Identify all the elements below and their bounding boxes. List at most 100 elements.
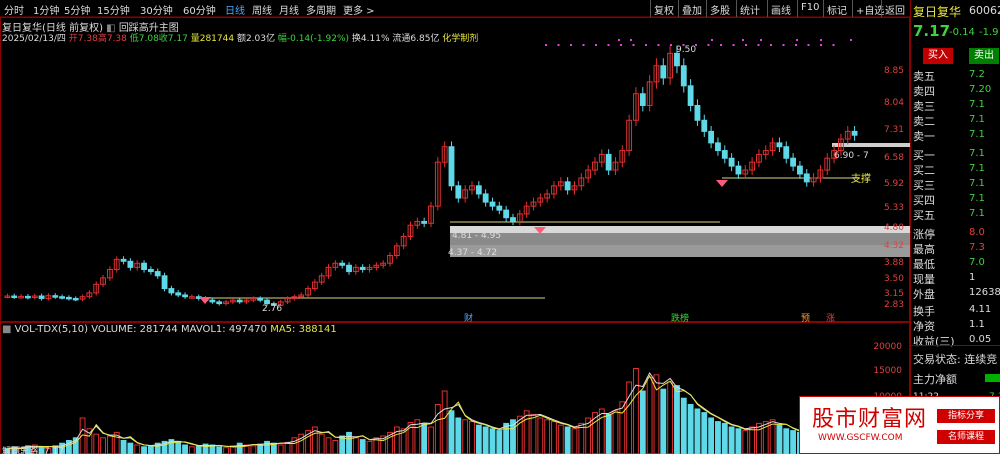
volume-bar	[216, 446, 223, 454]
candle-body	[851, 130, 858, 136]
signal-dot	[670, 44, 672, 46]
volume-bar	[551, 421, 557, 454]
period-intraday[interactable]: 分时	[4, 2, 24, 17]
draw-button[interactable]: 画线	[767, 0, 794, 17]
signal-dot	[796, 39, 798, 41]
candle-body	[11, 295, 18, 299]
candle-body	[735, 165, 742, 175]
candle-body	[701, 119, 708, 132]
volume-bar	[564, 426, 571, 454]
candle-body	[783, 146, 790, 159]
price-axis-label: 4.80	[883, 223, 904, 233]
candle-body	[510, 217, 516, 222]
bid-value: 7.1	[969, 193, 985, 204]
main-flow-bar	[985, 374, 1000, 382]
buy-button[interactable]: 买入	[923, 48, 953, 64]
watermark-logo: 股市财富网 WWW.GSCFW.COM 指标分享 名师课程	[799, 396, 1000, 454]
price-axis-label: 8.85	[883, 66, 904, 76]
volume-bar	[728, 426, 735, 454]
period-15min[interactable]: 15分钟	[97, 2, 130, 17]
volume-bar	[175, 440, 182, 454]
stat2-label: 换手	[913, 305, 935, 318]
candle-body	[161, 275, 168, 290]
volume-bar	[701, 412, 708, 454]
volume-bar	[598, 408, 605, 454]
signal-marker-icon	[716, 180, 728, 187]
candle-body	[721, 150, 728, 159]
support-label: 支撑	[851, 174, 871, 185]
volume-bar	[735, 428, 742, 454]
mark-button[interactable]: 标记	[823, 0, 850, 17]
volume-bar	[680, 397, 687, 454]
volume-bar	[127, 442, 134, 454]
stat-value: 12638	[969, 287, 1000, 298]
volume-bar	[100, 437, 106, 454]
period-multi[interactable]: 多周期	[306, 2, 336, 17]
stat2-value: 0.05	[969, 334, 992, 345]
zone-label-upper: 4.81 - 4.95	[452, 231, 502, 241]
period-weekly[interactable]: 周线	[252, 2, 272, 17]
volume-bar	[441, 390, 448, 454]
volume-bar	[715, 421, 721, 454]
watermark-url: WWW.GSCFW.COM	[818, 433, 903, 443]
period-5min[interactable]: 5分钟	[64, 2, 90, 17]
candle-body	[339, 262, 346, 266]
volume-bars[interactable]	[0, 336, 910, 454]
period-30min[interactable]: 30分钟	[140, 2, 173, 17]
volume-bar	[790, 430, 797, 454]
period-daily[interactable]: 日线	[225, 2, 245, 17]
sidebar-stock-name: 复日复华	[913, 5, 962, 19]
period-60min[interactable]: 60分钟	[183, 2, 216, 17]
volume-bar	[318, 433, 325, 454]
candle-body	[489, 201, 496, 207]
overlay-button[interactable]: 叠加	[678, 0, 705, 17]
volume-bar	[708, 417, 715, 454]
multi-stock-button[interactable]: 多股	[706, 0, 733, 17]
bid-label: 买一	[913, 149, 935, 162]
candle-body	[175, 292, 182, 296]
volume-bar	[646, 377, 653, 454]
candlestick-chart[interactable]	[0, 17, 910, 322]
candle-body	[674, 52, 680, 67]
stats-button[interactable]: 统计	[736, 0, 763, 17]
candle-body	[236, 299, 243, 303]
signal-dot	[707, 44, 710, 46]
volume-bar	[523, 410, 530, 454]
zone-label-lower: 4.37 - 4.72	[448, 248, 498, 258]
candle-body	[59, 296, 65, 299]
period-1min[interactable]: 1分钟	[33, 2, 59, 17]
candle-body	[346, 264, 352, 273]
candle-body	[660, 65, 667, 79]
trading-window: 分时 1分钟 5分钟 15分钟 30分钟 60分钟 日线 周线 月线 多周期 更…	[0, 0, 1000, 454]
signal-dot	[632, 44, 635, 46]
period-more[interactable]: 更多 >	[343, 2, 375, 17]
volume-bar	[93, 433, 100, 454]
volume-bar	[667, 381, 674, 454]
stat-label: 涨停	[913, 228, 935, 241]
f10-button[interactable]: F10	[797, 0, 822, 17]
signal-dot	[757, 44, 760, 46]
candle-body	[141, 262, 147, 270]
stat-label: 现量	[913, 273, 935, 286]
volume-bar	[462, 419, 469, 454]
signal-dot	[820, 39, 822, 41]
sell-button[interactable]: 卖出	[969, 48, 999, 64]
candle-body	[38, 295, 45, 299]
stat2-label: 净资	[913, 320, 935, 333]
candle-body	[455, 185, 462, 199]
volume-bar	[455, 417, 462, 454]
stat-label: 最高	[913, 243, 935, 256]
sidebar-price: 7.17	[913, 22, 951, 40]
candle-body	[209, 299, 216, 303]
watermark-tag-courses: 名师课程	[937, 430, 995, 444]
signal-dot	[570, 44, 572, 46]
signal-dot	[620, 44, 622, 46]
adjust-button[interactable]: 复权	[650, 0, 677, 17]
ask-value: 7.1	[969, 129, 985, 140]
candle-body	[257, 297, 264, 301]
back-button[interactable]: 返回	[881, 0, 910, 17]
bid-value: 7.1	[969, 163, 985, 174]
candle-body	[52, 295, 59, 298]
period-monthly[interactable]: 月线	[279, 2, 299, 17]
ask-value: 7.1	[969, 114, 985, 125]
